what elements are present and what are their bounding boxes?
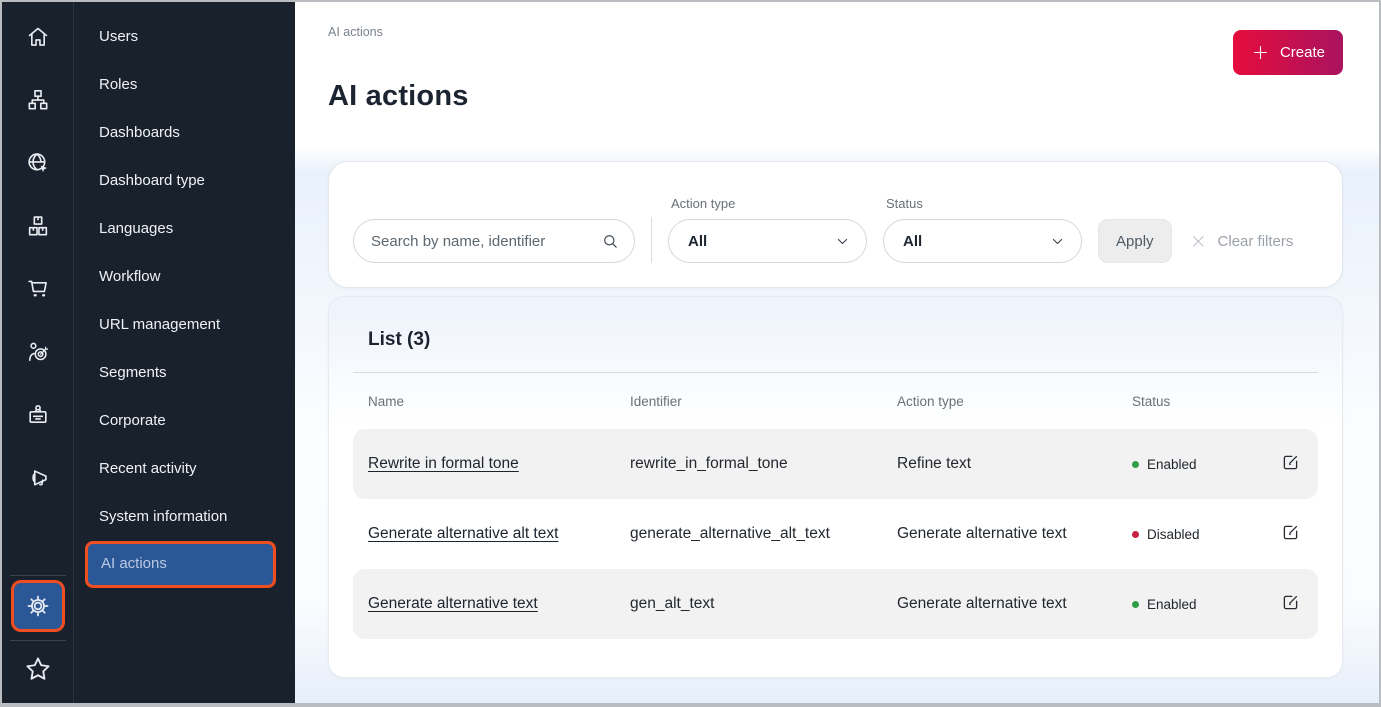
- status-dot: [1132, 531, 1139, 538]
- filter-card: Action type All Status All Apply Clear f…: [328, 161, 1343, 288]
- status-dot: [1132, 461, 1139, 468]
- filter-divider: [651, 217, 652, 263]
- menu-item-roles[interactable]: Roles: [74, 61, 295, 109]
- menu-item-ai-actions[interactable]: AI actions: [85, 541, 276, 588]
- close-icon: [1190, 233, 1207, 250]
- menu-item-system-information[interactable]: System information: [74, 493, 295, 541]
- rail-divider: [10, 575, 66, 576]
- edit-icon: [1280, 522, 1301, 543]
- search-input[interactable]: [371, 233, 601, 250]
- status-value: All: [903, 233, 922, 250]
- chevron-down-icon: [835, 234, 850, 249]
- modules-icon[interactable]: [25, 213, 51, 239]
- status-text: Enabled: [1147, 457, 1197, 472]
- status-select[interactable]: All: [883, 219, 1082, 263]
- page-title: AI actions: [328, 79, 1343, 113]
- row-action-type: Generate alternative text: [897, 525, 1132, 543]
- status-field: Status All: [883, 196, 1082, 263]
- settings-menu: Users Roles Dashboards Dashboard type La…: [74, 2, 295, 703]
- personas-target-icon[interactable]: [25, 339, 51, 365]
- plus-icon: [1251, 43, 1270, 62]
- globe-pointer-icon[interactable]: [25, 150, 51, 176]
- edit-button[interactable]: [1278, 592, 1302, 616]
- col-header-identifier: Identifier: [630, 394, 897, 409]
- row-name-link[interactable]: Rewrite in formal tone: [368, 455, 519, 472]
- megaphone-icon[interactable]: [25, 465, 51, 491]
- status-dot: [1132, 601, 1139, 608]
- table-row: Rewrite in formal tone rewrite_in_formal…: [353, 429, 1318, 499]
- breadcrumb[interactable]: AI actions: [328, 25, 1343, 39]
- edit-icon: [1280, 592, 1301, 613]
- icon-rail: [2, 2, 74, 703]
- row-identifier: gen_alt_text: [630, 595, 897, 613]
- settings-gear-icon[interactable]: [11, 580, 65, 632]
- search-icon: [601, 232, 620, 251]
- menu-item-workflow[interactable]: Workflow: [74, 253, 295, 301]
- clear-filters-label: Clear filters: [1218, 233, 1294, 250]
- row-action-type: Refine text: [897, 455, 1132, 473]
- col-header-name: Name: [368, 394, 630, 409]
- edit-button[interactable]: [1278, 522, 1302, 546]
- org-chart-icon[interactable]: [25, 87, 51, 113]
- list-title: List (3): [353, 297, 1318, 351]
- create-button[interactable]: Create: [1233, 30, 1343, 75]
- menu-item-users[interactable]: Users: [74, 13, 295, 61]
- create-button-label: Create: [1280, 44, 1325, 61]
- status-badge: Enabled: [1132, 597, 1246, 612]
- table-header-row: Name Identifier Action type Status: [353, 373, 1318, 429]
- table-row: Generate alternative text gen_alt_text G…: [353, 569, 1318, 639]
- search-box: [353, 219, 635, 263]
- row-action-type: Generate alternative text: [897, 595, 1132, 613]
- edit-button[interactable]: [1278, 452, 1302, 476]
- main-content: AI actions Create AI actions Action type…: [295, 2, 1379, 703]
- menu-item-languages[interactable]: Languages: [74, 205, 295, 253]
- menu-item-dashboards[interactable]: Dashboards: [74, 109, 295, 157]
- menu-item-dashboard-type[interactable]: Dashboard type: [74, 157, 295, 205]
- badge-icon[interactable]: [25, 402, 51, 428]
- chevron-down-icon: [1050, 234, 1065, 249]
- action-type-select[interactable]: All: [668, 219, 867, 263]
- table-row: Generate alternative alt text generate_a…: [353, 499, 1318, 569]
- status-text: Enabled: [1147, 597, 1197, 612]
- row-identifier: rewrite_in_formal_tone: [630, 455, 897, 473]
- menu-item-recent-activity[interactable]: Recent activity: [74, 445, 295, 493]
- status-badge: Enabled: [1132, 457, 1246, 472]
- row-identifier: generate_alternative_alt_text: [630, 525, 897, 543]
- cart-icon[interactable]: [25, 276, 51, 302]
- action-type-label: Action type: [671, 196, 867, 211]
- status-text: Disabled: [1147, 527, 1200, 542]
- action-type-value: All: [688, 233, 707, 250]
- menu-item-segments[interactable]: Segments: [74, 349, 295, 397]
- app-window: Users Roles Dashboards Dashboard type La…: [0, 0, 1381, 707]
- menu-item-corporate[interactable]: Corporate: [74, 397, 295, 445]
- rail-divider: [10, 640, 66, 641]
- row-name-link[interactable]: Generate alternative alt text: [368, 525, 558, 542]
- star-icon[interactable]: [23, 654, 53, 689]
- clear-filters-button[interactable]: Clear filters: [1190, 219, 1294, 263]
- action-type-field: Action type All: [668, 196, 867, 263]
- apply-button[interactable]: Apply: [1098, 219, 1172, 263]
- list-card: List (3) Name Identifier Action type Sta…: [328, 296, 1343, 678]
- row-name-link[interactable]: Generate alternative text: [368, 595, 538, 612]
- menu-item-url-management[interactable]: URL management: [74, 301, 295, 349]
- status-label: Status: [886, 196, 1082, 211]
- col-header-action-type: Action type: [897, 394, 1132, 409]
- status-badge: Disabled: [1132, 527, 1246, 542]
- home-icon[interactable]: [25, 24, 51, 50]
- edit-icon: [1280, 452, 1301, 473]
- col-header-status: Status: [1132, 394, 1246, 409]
